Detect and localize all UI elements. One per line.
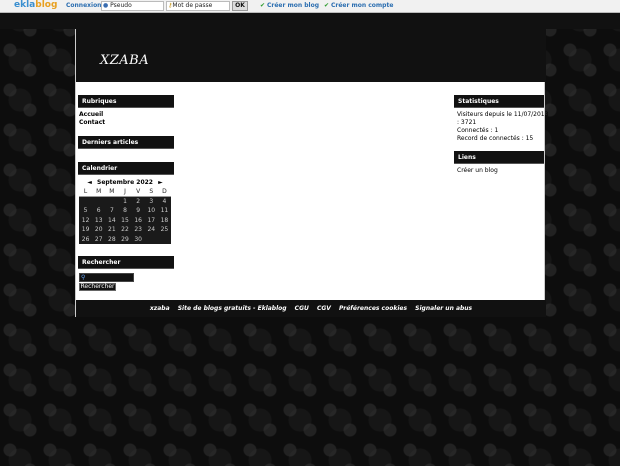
- eklablog-toolbar: eklablog Connexion : ● Pseudo ⚷Mot de pa…: [0, 0, 620, 13]
- calendar-day: 22: [121, 226, 129, 234]
- weekday-label: D: [157, 187, 171, 197]
- calendar-day: 25: [160, 226, 169, 234]
- next-month-icon[interactable]: ►: [158, 179, 163, 186]
- footer-link-cgu[interactable]: CGU: [295, 305, 309, 312]
- visitors-count: : 3721: [457, 119, 477, 126]
- footer-link-eklablog[interactable]: Site de blogs gratuits - Eklablog: [178, 305, 287, 312]
- calendar-month: Septembre 2022: [97, 179, 153, 186]
- calendar-day: 9: [136, 207, 141, 215]
- rechercher-title: Rechercher: [78, 256, 174, 269]
- pseudo-field[interactable]: ● Pseudo: [101, 1, 164, 11]
- menu-item-contact[interactable]: Contact: [79, 119, 169, 127]
- search-input[interactable]: ⚲: [79, 273, 134, 282]
- blog-footer: xzaba Site de blogs gratuits - Eklablog …: [76, 300, 546, 317]
- calendar-day: 11: [160, 207, 169, 215]
- calendar-day: 14: [108, 216, 116, 224]
- statistiques-title: Statistiques: [454, 95, 544, 108]
- blog-header: XZABA: [76, 29, 546, 82]
- calendar-day: 4: [162, 198, 167, 205]
- calendar-day: 3: [149, 198, 154, 205]
- top-band: [0, 13, 620, 29]
- weekday-label: L: [79, 187, 93, 197]
- footer-link-cookies[interactable]: Préférences cookies: [339, 305, 407, 312]
- calendar-day: 17: [147, 216, 156, 224]
- calendar-day: 20: [94, 226, 103, 234]
- footer-link-report[interactable]: Signaler un abus: [415, 305, 472, 312]
- site-title[interactable]: XZABA: [100, 53, 149, 68]
- calendar-day: 29: [121, 235, 129, 243]
- rubriques-menu: Accueil Contact: [79, 111, 169, 127]
- calendar-day: 16: [134, 216, 142, 224]
- calendar-day: 2: [136, 198, 141, 205]
- calendar-day: 12: [81, 216, 90, 224]
- ok-button[interactable]: OK: [232, 1, 248, 11]
- weekday-label: J: [118, 187, 132, 197]
- link-create-blog[interactable]: Créer un blog: [457, 167, 547, 175]
- calendar-day: 19: [81, 226, 90, 234]
- weekday-label: M: [92, 187, 106, 197]
- rubriques-title: Rubriques: [78, 95, 174, 108]
- calendar-day: [79, 197, 92, 207]
- stats-block: Visiteurs depuis le 11/07/2013 : 3721 Co…: [457, 111, 552, 143]
- create-blog-link[interactable]: ✔ Créer mon blog: [260, 2, 319, 10]
- calendar-day: 7: [109, 207, 114, 215]
- blog-container: XZABA Rubriques Accueil Contact Derniers…: [75, 29, 548, 317]
- calendar-day: 10: [147, 207, 156, 215]
- connexion-label: Connexion :: [66, 2, 106, 9]
- check-icon: ✔: [260, 2, 266, 9]
- calendar-day: 8: [123, 207, 127, 215]
- check-icon: ✔: [324, 2, 330, 9]
- calendrier-title: Calendrier: [78, 162, 174, 175]
- search-icon: ⚲: [81, 274, 86, 281]
- calendar-day: 24: [147, 226, 156, 234]
- calendar-day: [92, 197, 105, 207]
- calendar-day: 5: [83, 207, 88, 215]
- prev-month-icon[interactable]: ◄: [87, 179, 92, 186]
- calendar-day: [105, 197, 118, 207]
- calendar-day: 28: [108, 235, 116, 243]
- calendar-day: 21: [108, 226, 116, 234]
- weekday-label: M: [105, 187, 119, 197]
- calendar-day: 30: [134, 235, 142, 243]
- user-icon: ●: [103, 2, 109, 9]
- calendar-day: 6: [96, 207, 101, 215]
- create-account-link[interactable]: ✔ Créer mon compte: [324, 2, 393, 10]
- eklablog-logo[interactable]: eklablog: [14, 0, 57, 10]
- calendar-day: 26: [81, 235, 90, 243]
- visitors-stat: Visiteurs depuis le 11/07/2013: [457, 111, 549, 118]
- weekday-label: S: [144, 187, 158, 197]
- calendar-day: 23: [134, 226, 142, 234]
- connected-stat: Connectés : 1: [457, 127, 499, 134]
- liens-title: Liens: [454, 151, 544, 164]
- derniers-articles-title: Derniers articles: [78, 136, 174, 149]
- calendar-day: 18: [160, 216, 169, 224]
- search-button[interactable]: Rechercher: [79, 283, 116, 291]
- footer-link-cgv[interactable]: CGV: [317, 305, 331, 312]
- calendar-grid: L M M J V S D 1 2 3 4 5 6 7 8 9 10 11 12…: [79, 187, 171, 244]
- calendar-day: [158, 235, 171, 245]
- calendar-day: 1: [123, 198, 127, 205]
- menu-item-accueil[interactable]: Accueil: [79, 111, 169, 119]
- password-field[interactable]: ⚷Mot de passe: [166, 1, 230, 11]
- calendar-day: 27: [94, 235, 103, 243]
- calendar-day: 13: [94, 216, 103, 224]
- calendar-nav: ◄ Septembre 2022 ►: [78, 178, 172, 187]
- calendar: ◄ Septembre 2022 ► L M M J V S D 1 2 3 4: [78, 178, 172, 244]
- weekday-label: V: [131, 187, 145, 197]
- record-stat: Record de connectés : 15: [457, 135, 534, 142]
- footer-link-home[interactable]: xzaba: [150, 305, 170, 312]
- calendar-day: [145, 235, 158, 245]
- calendar-day: 15: [121, 216, 129, 224]
